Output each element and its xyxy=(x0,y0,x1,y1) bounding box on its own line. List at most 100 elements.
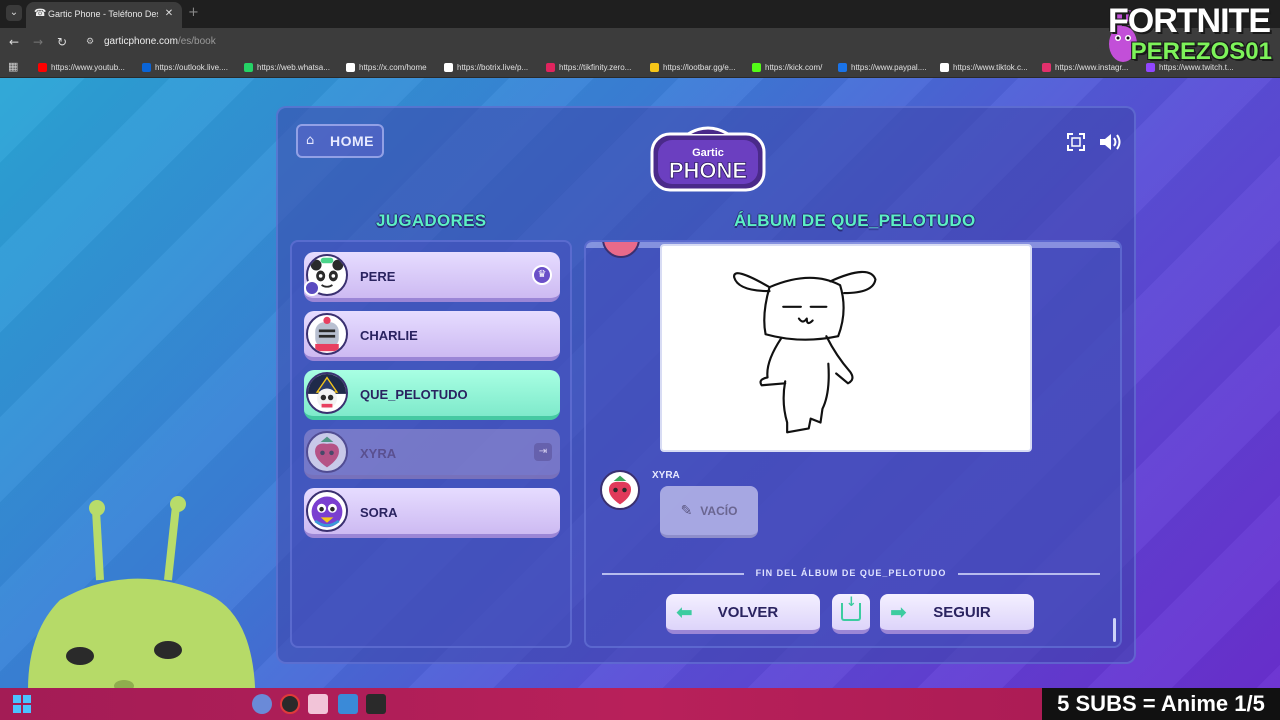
bookmark-label: https://www.tiktok.c... xyxy=(953,62,1028,72)
player-card-charlie[interactable]: CHARLIE xyxy=(304,311,560,361)
bookmark-label: https://lootbar.gg/e... xyxy=(663,62,736,72)
album-panel: XYRA ✎ VACÍO FIN DEL ÁLBUM DE QUE_PELOTU… xyxy=(584,240,1122,648)
back-button[interactable]: ⬅ VOLVER xyxy=(666,594,820,634)
player-name: SORA xyxy=(360,505,398,520)
host-user-icon xyxy=(304,280,320,296)
bookmark-label: https://tikfinity.zero... xyxy=(559,62,632,72)
arrow-right-icon: ➡ xyxy=(890,600,907,624)
tab-search-icon[interactable]: ⌄ xyxy=(6,5,22,21)
home-label: HOME xyxy=(330,133,374,149)
strawberry-avatar-icon xyxy=(608,475,632,505)
home-icon: ⌂ xyxy=(306,133,315,148)
bookmark-item[interactable]: https://x.com/home xyxy=(346,61,427,73)
logo-bottom-text: PHONE xyxy=(669,158,747,183)
players-list: PERE ♛ CHARLIE QUE_PELOTUDO XYRA ⇥ SORA xyxy=(290,240,572,648)
tab-title: Gartic Phone - Teléfono Descon xyxy=(48,9,158,19)
bookmark-favicon-icon xyxy=(650,62,659,72)
url-field[interactable]: ⚙ garticphone.com/es/book xyxy=(80,31,1100,53)
player-card-xyra[interactable]: XYRA ⇥ xyxy=(304,429,560,479)
bookmark-item[interactable]: https://www.tiktok.c... xyxy=(940,61,1028,73)
address-bar: ← → ↻ ⚙ garticphone.com/es/book xyxy=(0,28,1280,56)
bookmark-favicon-icon xyxy=(38,62,47,72)
player-card-sora[interactable]: SORA xyxy=(304,488,560,538)
bookmark-item[interactable]: https://tikfinity.zero... xyxy=(546,61,631,73)
player-card-que-pelotudo[interactable]: QUE_PELOTUDO xyxy=(304,370,560,420)
bookmark-favicon-icon xyxy=(444,62,453,72)
bookmark-item[interactable]: https://www.youtub... xyxy=(38,61,125,73)
new-tab-icon[interactable]: + xyxy=(188,6,199,20)
bookmark-label: https://botrix.live/p... xyxy=(457,62,529,72)
photos-icon[interactable] xyxy=(338,694,358,714)
bookmark-favicon-icon xyxy=(752,62,761,72)
bookmark-favicon-icon xyxy=(1042,62,1051,72)
obs-icon[interactable] xyxy=(280,694,300,714)
webcam-cat-overlay xyxy=(28,496,256,720)
bookmark-favicon-icon xyxy=(142,62,151,72)
bookmark-favicon-icon xyxy=(838,62,847,72)
bookmark-label: https://outlook.live.... xyxy=(155,62,228,72)
bookmark-item[interactable]: https://lootbar.gg/e... xyxy=(650,61,736,73)
search-icon[interactable] xyxy=(252,694,272,714)
bookmark-favicon-icon xyxy=(546,62,555,72)
windows-start-icon[interactable] xyxy=(12,694,32,714)
player-name: XYRA xyxy=(360,446,397,461)
arrow-left-icon: ⬅ xyxy=(676,600,693,624)
channel-name: PEREZOS01 xyxy=(1130,38,1272,65)
album-drawing xyxy=(660,244,1032,452)
bookmark-item[interactable]: https://outlook.live.... xyxy=(142,61,228,73)
gartic-phone-logo: Gartic PHONE xyxy=(650,126,766,192)
bookmark-label: https://www.paypal.... xyxy=(851,62,927,72)
reload-icon[interactable]: ↻ xyxy=(54,34,70,50)
bookmark-label: https://web.whatsa... xyxy=(257,62,330,72)
apps-grid-icon[interactable]: ▦ xyxy=(8,61,18,73)
download-button[interactable] xyxy=(832,594,870,634)
subs-goal-banner: 5 SUBS = Anime 1/5 xyxy=(1042,688,1280,720)
player-name: CHARLIE xyxy=(360,328,418,343)
exit-icon: ⇥ xyxy=(534,443,552,461)
avatar xyxy=(306,431,348,473)
bookmark-favicon-icon xyxy=(940,62,949,72)
fortnite-title: FORTNITE xyxy=(1108,2,1271,40)
next-button[interactable]: ➡ SEGUIR xyxy=(880,594,1034,634)
bookmark-item[interactable]: https://botrix.live/p... xyxy=(444,61,528,73)
windows-taskbar: 5 SUBS = Anime 1/5 xyxy=(0,688,1280,720)
album-scrollbar[interactable] xyxy=(1113,618,1116,642)
browser-tab-bar: ⌄ ☎ Gartic Phone - Teléfono Descon ✕ + xyxy=(0,0,1280,28)
players-title: JUGADORES xyxy=(376,211,487,230)
url-domain: garticphone.com xyxy=(104,36,178,47)
drawing-canvas xyxy=(733,270,877,434)
fullscreen-icon[interactable] xyxy=(1066,132,1086,152)
avatar xyxy=(306,313,348,355)
album-end-divider: FIN DEL ÁLBUM DE QUE_PELOTUDO xyxy=(602,568,1100,580)
site-info-icon[interactable]: ⚙ xyxy=(86,36,98,48)
app-icon[interactable] xyxy=(308,694,328,714)
back-icon[interactable]: ← xyxy=(6,34,22,50)
bookmark-item[interactable]: https://kick.com/ xyxy=(752,61,822,73)
epic-games-icon[interactable] xyxy=(366,694,386,714)
avatar xyxy=(306,490,348,532)
album-title: ÁLBUM DE QUE_PELOTUDO xyxy=(734,211,976,230)
empty-label: VACÍO xyxy=(700,503,738,518)
close-tab-icon[interactable]: ✕ xyxy=(162,7,176,21)
player-name: QUE_PELOTUDO xyxy=(360,387,468,402)
bookmark-favicon-icon xyxy=(346,62,355,72)
bookmark-favicon-icon xyxy=(244,62,253,72)
avatar xyxy=(602,242,640,258)
home-button[interactable]: ⌂ HOME xyxy=(296,124,384,158)
sound-icon[interactable] xyxy=(1098,132,1124,152)
game-panel: ⌂ HOME Gartic PHONE JUGADORES ÁLBUM DE Q… xyxy=(276,106,1136,664)
player-card-pere[interactable]: PERE ♛ xyxy=(304,252,560,302)
bookmarks-bar: ▦ https://www.youtub... https://outlook.l… xyxy=(0,56,1280,78)
pencil-icon: ✎ xyxy=(680,502,693,519)
bookmark-item[interactable]: https://web.whatsa... xyxy=(244,61,330,73)
bird-avatar-icon xyxy=(311,496,343,528)
crown-icon: ♛ xyxy=(532,265,552,285)
browser-tab[interactable]: ☎ Gartic Phone - Teléfono Descon ✕ xyxy=(26,2,182,28)
forward-icon[interactable]: → xyxy=(30,34,46,50)
bookmark-item[interactable]: https://www.paypal.... xyxy=(838,61,927,73)
album-end-text: FIN DEL ÁLBUM DE QUE_PELOTUDO xyxy=(755,568,947,578)
gartic-favicon-icon: ☎ xyxy=(34,8,47,19)
bookmark-label: https://x.com/home xyxy=(359,62,427,72)
player-name: PERE xyxy=(360,269,396,284)
url-path: /es/book xyxy=(177,36,216,47)
